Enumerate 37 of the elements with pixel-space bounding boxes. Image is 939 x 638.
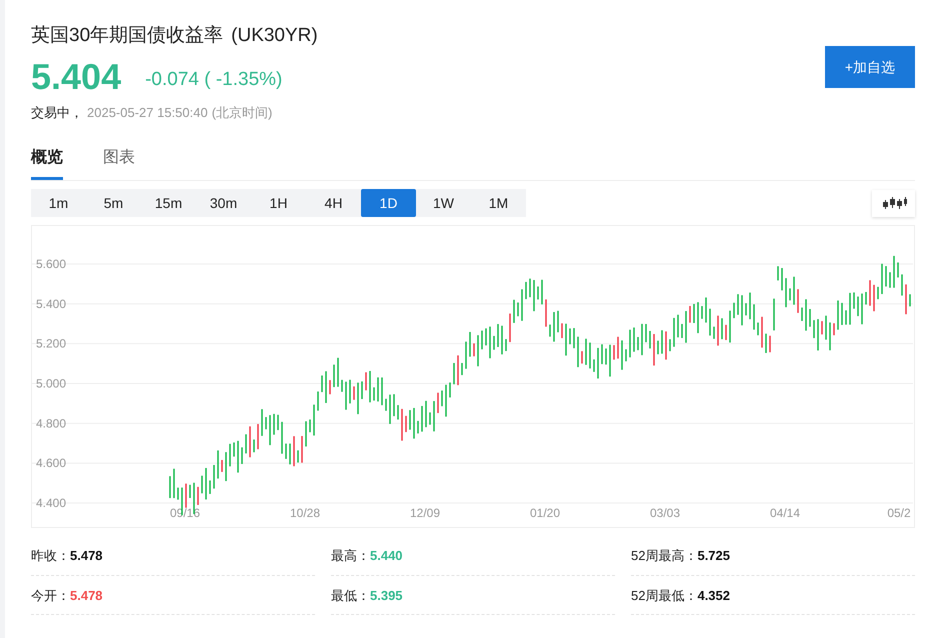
stat-label: 今开： (31, 586, 70, 604)
stat-label: 52周最低： (631, 586, 698, 604)
instrument-symbol: (UK30YR) (231, 24, 318, 48)
y-axis-label: 4.800 (36, 416, 66, 430)
instrument-title: 英国30年期国债收益率 (31, 24, 224, 48)
price-change: -0.074 ( -1.35%) (145, 68, 282, 92)
timezone-label: (北京时间) (212, 104, 272, 122)
y-axis-label: 4.400 (36, 496, 66, 510)
trading-status: 交易中， (31, 104, 83, 122)
x-axis-label: 05/2 (887, 506, 911, 520)
stat-value: 5.478 (70, 547, 103, 565)
add-watchlist-button[interactable]: +加自选 (825, 46, 915, 88)
candlestick-chart-button[interactable] (872, 190, 915, 216)
stat-label: 最高： (331, 547, 370, 565)
price-value: 5.404 (31, 58, 122, 94)
stat-value: 5.395 (370, 586, 403, 604)
stat-label: 昨收： (31, 547, 70, 565)
view-tab[interactable]: 概览 (31, 146, 63, 180)
y-axis-label: 4.600 (36, 456, 66, 470)
stat-value: 5.440 (370, 547, 403, 565)
stat-value: 4.352 (697, 586, 730, 604)
x-axis-label: 12/09 (410, 506, 440, 520)
timeframe-button[interactable]: 1D (361, 189, 416, 217)
y-axis-label: 5.200 (36, 336, 66, 351)
y-axis-label: 5.000 (36, 376, 66, 391)
view-tab[interactable]: 图表 (103, 146, 135, 180)
x-axis-label: 10/28 (290, 506, 320, 520)
y-axis-label: 5.600 (36, 257, 66, 271)
timestamp: 2025-05-27 15:50:40 (87, 104, 208, 122)
stat-value: 5.725 (697, 547, 730, 565)
stat-label: 52周最高： (631, 547, 698, 565)
x-axis-label: 03/03 (650, 506, 680, 520)
x-axis-label: 01/20 (530, 506, 560, 520)
stat-label: 最低： (331, 586, 370, 604)
x-axis-label: 04/14 (770, 506, 800, 520)
stat-value: 5.478 (70, 586, 103, 604)
y-axis-label: 5.400 (36, 296, 66, 311)
